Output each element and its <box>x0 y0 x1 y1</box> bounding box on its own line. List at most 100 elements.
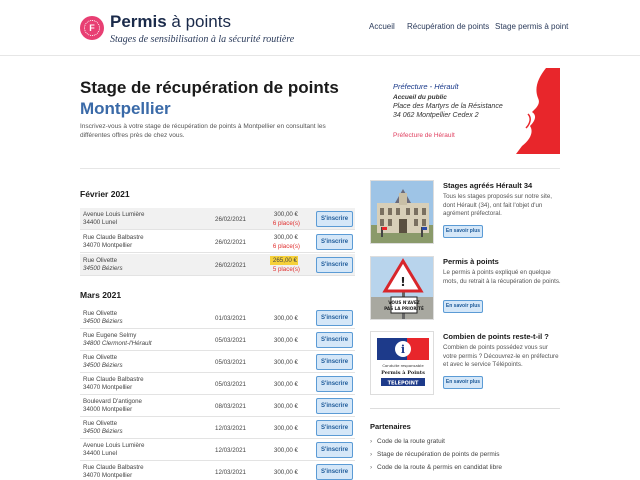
telepoint-line2: Permis à Points <box>381 369 425 376</box>
listing-street: Rue Olivette <box>83 354 118 361</box>
telepoint-drawing: i Conduite responsable Permis à Points T… <box>371 332 433 394</box>
card-title-stages[interactable]: Stages agréés Hérault 34 <box>443 181 532 190</box>
listing-price: 300,00 € <box>273 211 298 218</box>
listing-street: Rue Olivette <box>83 257 118 264</box>
brand-subtitle: Stages de sensibilisation à la sécurité … <box>110 34 295 45</box>
listing-date: 26/02/2021 <box>215 216 246 223</box>
en-savoir-plus-button[interactable]: En savoir plus <box>443 225 483 238</box>
chevron-right-icon: › <box>370 438 373 445</box>
listing-city: 34800 Clermont-l'Hérault <box>83 340 152 347</box>
svg-text:PAS LA PRIORITÉ: PAS LA PRIORITÉ <box>384 306 424 311</box>
listing-date: 05/03/2021 <box>215 381 246 388</box>
listing-city: 34500 Béziers <box>83 428 123 435</box>
listing-row: Avenue Louis Lumière 34400 Lunel 12/03/2… <box>80 439 355 461</box>
partner-link-candidat-libre[interactable]: › Code de la route & permis en candidat l… <box>370 464 502 471</box>
sinscrire-button[interactable]: S'inscrire <box>316 332 353 348</box>
page-city: Montpellier <box>80 99 171 118</box>
sinscrire-button[interactable]: S'inscrire <box>316 376 353 392</box>
prefecture-title: Préfecture - Hérault <box>393 82 459 91</box>
listing-date: 01/03/2021 <box>215 315 246 322</box>
sinscrire-button[interactable]: S'inscrire <box>316 310 353 326</box>
listing-places: 6 place(s) <box>272 243 300 250</box>
listing-row: Rue Claude Balbastre 34070 Montpellier 0… <box>80 373 355 395</box>
en-savoir-plus-button[interactable]: En savoir plus <box>443 300 483 313</box>
partner-link-label: Stage de récupération de points de permi… <box>377 451 500 458</box>
prefecture-link[interactable]: Préfecture de Hérault <box>393 132 455 139</box>
marianne-logo <box>516 68 560 154</box>
partner-link-stage[interactable]: › Stage de récupération de points de perm… <box>370 451 500 458</box>
listing-street: Rue Eugene Selmy <box>83 332 137 339</box>
telepoint-line3: TELEPOINT <box>388 381 419 387</box>
prefecture-building-drawing <box>371 181 433 243</box>
listing-row: Rue Eugene Selmy 34800 Clermont-l'Héraul… <box>80 329 355 351</box>
partner-link-code-route[interactable]: › Code de la route gratuit <box>370 438 445 445</box>
listing-row: Rue Olivette 34500 Béziers 12/03/2021 30… <box>80 417 355 439</box>
sinscrire-button[interactable]: S'inscrire <box>316 398 353 414</box>
listing-price: 300,00 € <box>273 359 298 366</box>
partner-link-label: Code de la route & permis en candidat li… <box>377 464 503 471</box>
road-sign-image[interactable]: ! VOUS N'AVEZ PAS LA PRIORITÉ <box>370 256 434 320</box>
sinscrire-button[interactable]: S'inscrire <box>316 354 353 370</box>
nav-recuperation-points[interactable]: Récupération de points <box>407 22 489 31</box>
listing-price: 300,00 € <box>273 403 298 410</box>
prefecture-box: Préfecture - Hérault Accueil du public P… <box>368 68 560 154</box>
partner-link-label: Code de la route gratuit <box>377 438 445 445</box>
partners-divider <box>370 408 560 409</box>
listing-row: Rue Claude Balbastre 34070 Montpellier 2… <box>80 231 355 253</box>
nav-accueil[interactable]: Accueil <box>369 22 395 31</box>
prefecture-accueil: Accueil du public <box>393 94 447 101</box>
nav-stage-permis[interactable]: Stage permis à point <box>495 22 568 31</box>
en-savoir-plus-button[interactable]: En savoir plus <box>443 376 483 389</box>
listing-date: 12/03/2021 <box>215 447 246 454</box>
card-desc-permis: Le permis à points expliqué en quelque m… <box>443 269 561 285</box>
sinscrire-button[interactable]: S'inscrire <box>316 420 353 436</box>
listing-price: 300,00 € <box>273 337 298 344</box>
card-title-permis[interactable]: Permis à points <box>443 257 499 266</box>
listing-price: 300,00 € <box>273 381 298 388</box>
row-divider <box>80 229 355 230</box>
listing-row: Rue Olivette 34500 Béziers 26/02/2021 26… <box>80 254 355 276</box>
listing-street: Rue Olivette <box>83 310 118 317</box>
chevron-right-icon: › <box>370 464 373 471</box>
listing-date: 05/03/2021 <box>215 359 246 366</box>
listing-city: 34500 Béziers <box>83 318 123 325</box>
prefecture-address-line1: Place des Martyrs de la Résistance <box>393 103 503 110</box>
listing-street: Rue Olivette <box>83 420 118 427</box>
listing-row: Rue Olivette 34500 Béziers 01/03/2021 30… <box>80 307 355 329</box>
listing-street: Boulevard D'antigone <box>83 398 142 405</box>
sinscrire-button[interactable]: S'inscrire <box>316 257 353 273</box>
listing-street: Rue Claude Balbastre <box>83 376 144 383</box>
sinscrire-button[interactable]: S'inscrire <box>316 442 353 458</box>
listing-date: 26/02/2021 <box>215 262 246 269</box>
card-desc-stages: Tous les stages proposés sur notre site,… <box>443 193 553 217</box>
listing-row: Rue Olivette 34500 Béziers 05/03/2021 30… <box>80 351 355 373</box>
listing-places: 5 place(s) <box>272 266 300 273</box>
partners-title: Partenaires <box>370 422 411 431</box>
month-label-march: Mars 2021 <box>80 290 122 300</box>
listing-city: 34400 Lunel <box>83 450 118 457</box>
card-desc-combien: Combien de points possédez vous sur votr… <box>443 344 559 368</box>
page-title: Stage de récupération de points <box>80 78 339 97</box>
logo-letter: F <box>84 20 100 36</box>
sinscrire-button[interactable]: S'inscrire <box>316 211 353 227</box>
listing-date: 12/03/2021 <box>215 425 246 432</box>
page-description: Inscrivez-vous à votre stage de récupéra… <box>80 123 326 139</box>
sinscrire-button[interactable]: S'inscrire <box>316 234 353 250</box>
site-logo[interactable]: F <box>80 16 104 40</box>
chevron-right-icon: › <box>370 451 373 458</box>
sinscrire-button[interactable]: S'inscrire <box>316 464 353 480</box>
listing-street: Avenue Louis Lumière <box>83 211 145 218</box>
hero-divider <box>80 168 560 169</box>
row-divider <box>80 275 355 276</box>
listing-city: 34500 Béziers <box>83 265 123 272</box>
svg-text:!: ! <box>400 275 405 289</box>
telepoint-image[interactable]: i Conduite responsable Permis à Points T… <box>370 331 434 395</box>
site-header: F Permis à points Stages de sensibilisat… <box>0 0 640 56</box>
brand-title[interactable]: Permis à points <box>110 12 231 32</box>
listing-city: 34070 Montpellier <box>83 472 133 479</box>
card-title-combien[interactable]: Combien de points reste-t-il ? <box>443 332 549 341</box>
listing-date: 12/03/2021 <box>215 469 246 476</box>
row-divider <box>80 252 355 253</box>
listing-places: 6 place(s) <box>272 220 300 227</box>
prefecture-building-image[interactable] <box>370 180 434 244</box>
